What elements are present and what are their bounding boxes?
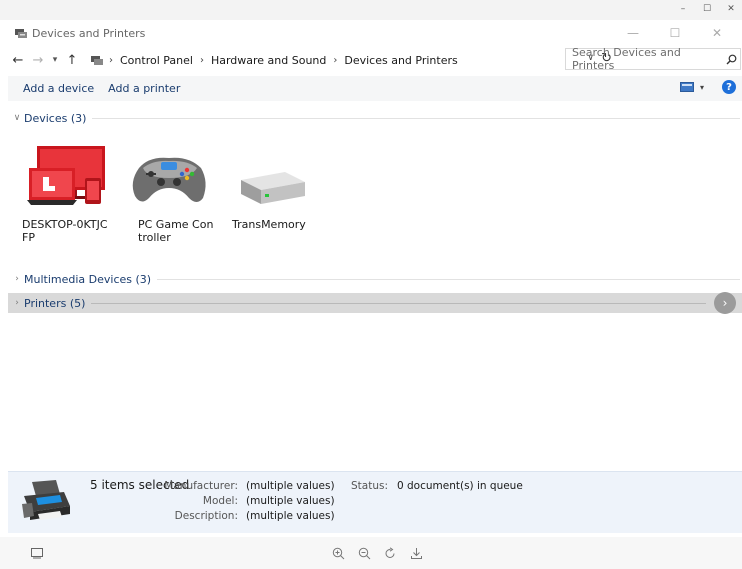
chevron-down-icon[interactable]: ∨ <box>10 113 24 123</box>
display-icon[interactable] <box>30 547 44 559</box>
host-minimize-button[interactable]: – <box>678 3 688 15</box>
zoom-in-icon[interactable] <box>330 545 346 561</box>
close-button[interactable]: ✕ <box>696 20 738 46</box>
game-controller-icon <box>124 138 214 208</box>
window-title: Devices and Printers <box>32 26 146 40</box>
change-view-button[interactable]: ▾ <box>679 82 704 92</box>
model-label: Model: <box>202 495 238 507</box>
breadcrumb-hardware-and-sound[interactable]: Hardware and Sound <box>209 54 328 67</box>
control-panel-icon <box>90 53 104 67</box>
minimize-button[interactable]: — <box>612 20 654 46</box>
search-icon[interactable] <box>722 54 740 65</box>
address-bar[interactable]: › Control Panel › Hardware and Sound › D… <box>84 49 616 71</box>
device-label: PC Game Controller <box>138 218 214 244</box>
breadcrumb-devices-and-printers[interactable]: Devices and Printers <box>342 54 459 67</box>
download-icon[interactable] <box>408 545 424 561</box>
usb-drive-icon <box>226 138 316 208</box>
chevron-right-icon: › <box>722 296 728 310</box>
host-window-controls: – ☐ ✕ <box>678 3 736 15</box>
group-label-devices: Devices (3) <box>24 111 87 125</box>
details-pane: 5 items selected Manufacturer: (multiple… <box>8 471 742 533</box>
model-value: (multiple values) <box>246 495 335 507</box>
group-divider <box>91 302 706 304</box>
group-divider <box>92 117 740 119</box>
address-row: ← → ▾ ↑ › Control Panel › Hardware and S… <box>8 46 742 72</box>
chevron-right-icon[interactable]: › <box>10 298 24 308</box>
forward-button[interactable]: → <box>28 49 48 71</box>
up-arrow-icon: ↑ <box>66 52 78 68</box>
zoom-out-icon[interactable] <box>356 545 372 561</box>
status-bar <box>0 537 742 569</box>
chevron-down-icon: ▾ <box>52 55 58 65</box>
rotate-icon[interactable] <box>382 545 398 561</box>
breadcrumb-separator-icon[interactable]: › <box>195 55 209 66</box>
manufacturer-label: Manufacturer: <box>164 480 238 492</box>
command-bar: Add a device Add a printer ▾ ? <box>8 76 742 101</box>
status-value: 0 document(s) in queue <box>397 480 523 492</box>
group-label-multimedia: Multimedia Devices (3) <box>24 272 152 286</box>
host-close-button[interactable]: ✕ <box>726 3 736 15</box>
back-arrow-icon: ← <box>12 52 24 68</box>
group-label-printers: Printers (5) <box>24 296 86 310</box>
search-box[interactable]: Search Devices and Printers <box>565 46 741 72</box>
group-header-devices[interactable]: ∨ Devices (3) <box>8 109 742 127</box>
devices-printers-icon <box>14 26 28 40</box>
group-divider <box>157 278 740 280</box>
help-icon[interactable]: ? <box>722 80 736 94</box>
manufacturer-value: (multiple values) <box>246 480 335 492</box>
chevron-right-icon[interactable]: › <box>10 274 24 284</box>
forward-arrow-icon: → <box>32 52 44 68</box>
host-window-strip: – ☐ ✕ <box>0 0 742 20</box>
up-button[interactable]: ↑ <box>62 49 82 71</box>
chevron-down-icon: ▾ <box>699 82 704 92</box>
status-label: Status: <box>351 480 388 492</box>
group-header-printers[interactable]: › Printers (5) › <box>8 292 742 314</box>
description-value: (multiple values) <box>246 510 335 522</box>
breadcrumb-control-panel[interactable]: Control Panel <box>118 54 195 67</box>
description-label: Description: <box>174 510 238 522</box>
device-item[interactable]: DESKTOP-0KTJCFP <box>22 138 112 244</box>
title-bar: Devices and Printers — ☐ ✕ <box>8 20 742 46</box>
search-input[interactable]: Search Devices and Printers <box>572 46 722 72</box>
group-header-multimedia[interactable]: › Multimedia Devices (3) <box>8 270 742 288</box>
maximize-button[interactable]: ☐ <box>654 20 696 46</box>
view-icon <box>679 82 694 92</box>
host-maximize-button[interactable]: ☐ <box>702 3 712 15</box>
device-label: DESKTOP-0KTJCFP <box>22 218 108 244</box>
device-item[interactable]: TransMemory <box>226 138 316 231</box>
breadcrumb-separator-icon[interactable]: › <box>104 55 118 66</box>
explorer-window: Devices and Printers — ☐ ✕ ← → ▾ ↑ › Con… <box>8 20 742 533</box>
add-device-button[interactable]: Add a device <box>16 82 101 95</box>
recent-locations-button[interactable]: ▾ <box>48 49 62 71</box>
device-label: TransMemory <box>232 218 306 231</box>
breadcrumb-separator-icon[interactable]: › <box>328 55 342 66</box>
scroll-right-button[interactable]: › <box>714 292 736 314</box>
back-button[interactable]: ← <box>8 49 28 71</box>
device-item[interactable]: PC Game Controller <box>124 138 214 244</box>
printer-icon <box>20 476 74 524</box>
content-area: ∨ Devices (3) DESKTOP-0KTJCFP PC Game Co… <box>8 104 742 470</box>
add-printer-button[interactable]: Add a printer <box>101 82 187 95</box>
laptop-desktop-icon <box>22 138 112 208</box>
